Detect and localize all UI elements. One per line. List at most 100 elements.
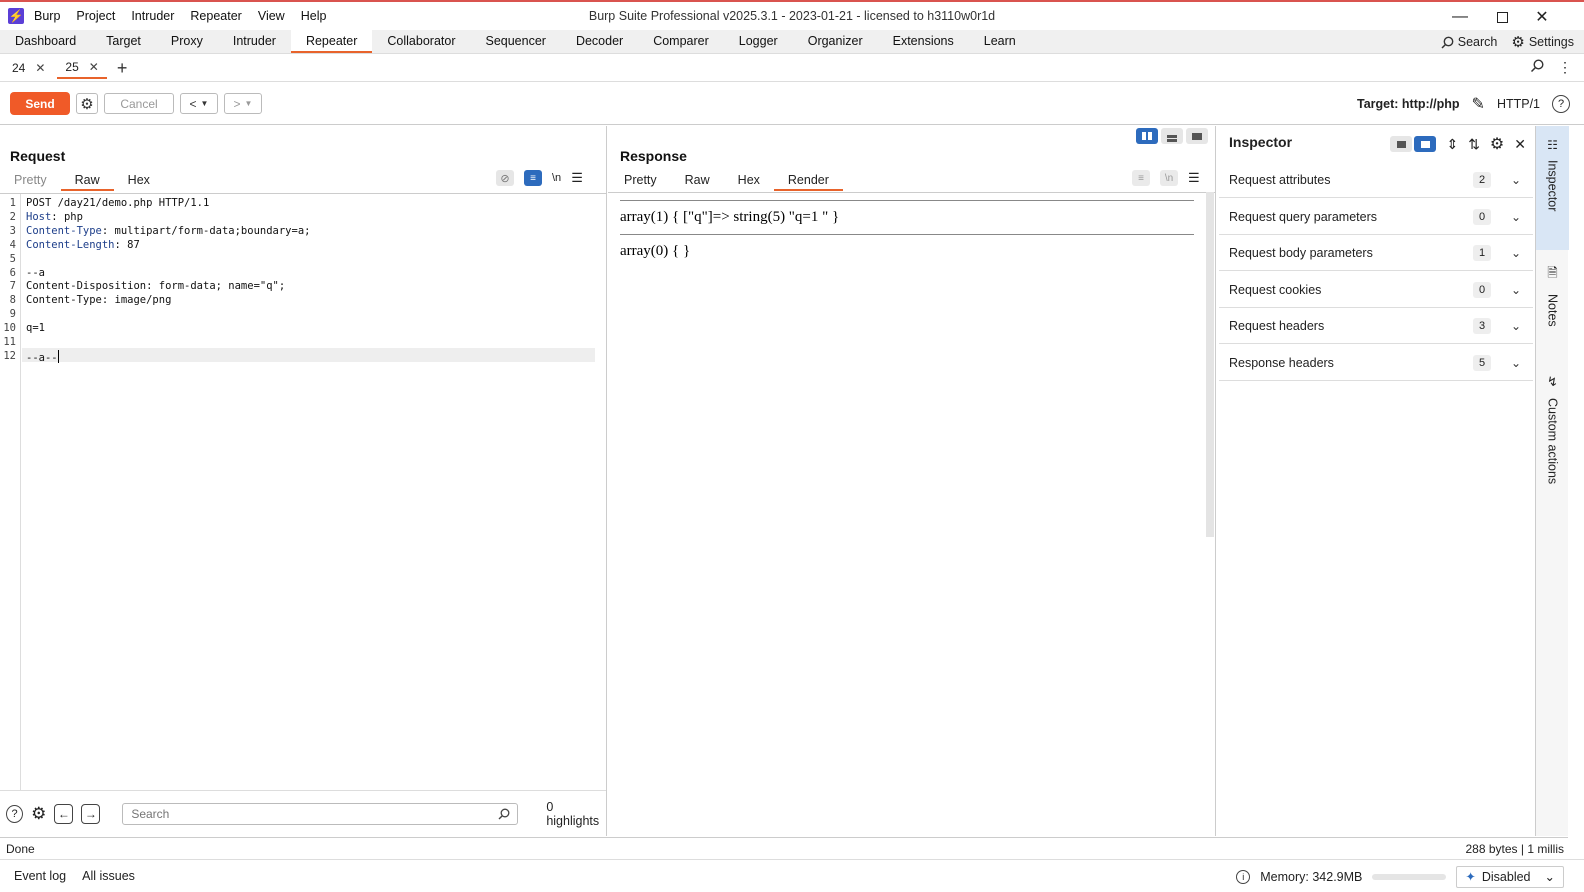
help-icon[interactable]: ? [1552,95,1570,113]
hide-nonprintable-icon[interactable]: ⊘ [496,170,514,186]
inspector-query-parameters[interactable]: Request query parameters 0 ⌄ [1219,199,1533,235]
tab-proxy[interactable]: Proxy [156,30,218,53]
collapse-all-icon[interactable]: ⇅ [1468,136,1480,153]
search-tabs-icon[interactable] [1530,59,1544,73]
tab-sequencer[interactable]: Sequencer [470,30,560,53]
bottom-right: i Memory: 342.9MB ✦ Disabled ⌄ [1236,860,1564,892]
rail-notes[interactable]: 🗎 Notes [1536,264,1569,344]
request-tab-hex[interactable]: Hex [114,171,164,191]
response-view-tabs: Pretty Raw Hex Render [610,171,843,191]
tab-intruder[interactable]: Intruder [218,30,291,53]
close-window-icon[interactable]: ✕ [1522,4,1562,30]
editor-menu-icon[interactable]: ☰ [1188,170,1200,186]
history-back-button[interactable]: < ▼ [180,93,218,114]
tab-organizer[interactable]: Organizer [793,30,878,53]
settings-button[interactable]: ⚙ Settings [1511,33,1574,51]
menu-repeater[interactable]: Repeater [190,9,241,23]
response-scrollbar[interactable] [1206,192,1214,537]
dropdown-arrow-icon: ▼ [200,99,209,108]
event-log-link[interactable]: Event log [14,869,66,883]
tab-target[interactable]: Target [91,30,156,53]
layout-stacked-icon[interactable] [1161,128,1183,144]
next-match-arrow-icon[interactable]: → [81,803,101,824]
chevron-down-icon[interactable]: ⌄ [1511,210,1521,224]
menu-help[interactable]: Help [301,9,327,23]
line-number: 6 [9,266,16,279]
editor-menu-icon[interactable]: ☰ [571,170,583,186]
global-search-button[interactable]: Search [1441,35,1498,49]
expand-all-icon[interactable]: ⇕ [1446,136,1458,153]
repeater-tab-24[interactable]: 24 ✕ [4,57,53,79]
tab-collaborator[interactable]: Collaborator [372,30,470,53]
ai-status-button[interactable]: ✦ Disabled ⌄ [1456,865,1564,888]
inspector-layout-left-icon[interactable] [1390,136,1413,152]
tab-learn[interactable]: Learn [969,30,1031,53]
inspector-request-headers[interactable]: Request headers 3 ⌄ [1219,308,1533,344]
help-icon[interactable]: ? [6,804,24,823]
menu-burp[interactable]: Burp [34,9,60,23]
word-wrap-icon[interactable]: ≡ [524,170,542,186]
cancel-button[interactable]: Cancel [104,93,174,114]
show-newlines-icon[interactable]: \n [552,172,561,184]
menu-intruder[interactable]: Intruder [131,9,174,23]
request-tab-pretty[interactable]: Pretty [0,171,61,191]
chevron-down-icon[interactable]: ⌄ [1511,246,1521,260]
history-forward-button[interactable]: > ▼ [224,93,262,114]
search-settings-gear-icon[interactable]: ⚙ [31,804,46,824]
request-settings-gear-icon[interactable]: ⚙ [76,93,98,114]
request-search-input[interactable] [122,802,519,825]
chevron-down-icon[interactable]: ⌄ [1511,173,1521,187]
http-version-label[interactable]: HTTP/1 [1497,97,1540,111]
maximize-icon[interactable] [1482,4,1522,30]
repeater-tab-25[interactable]: 25 ✕ [57,57,107,79]
request-tab-raw[interactable]: Raw [60,171,114,191]
response-tab-raw[interactable]: Raw [671,171,724,191]
inspector-request-cookies[interactable]: Request cookies 0 ⌄ [1219,272,1533,308]
inspector-response-headers[interactable]: Response headers 5 ⌄ [1219,345,1533,381]
response-tab-hex[interactable]: Hex [724,171,774,191]
more-options-icon[interactable]: ⋮ [1558,59,1572,76]
inspector-request-attributes[interactable]: Request attributes 2 ⌄ [1219,162,1533,198]
rail-custom-actions[interactable]: ↯ Custom actions [1536,374,1569,504]
send-button[interactable]: Send [10,92,70,115]
inspector-body-parameters[interactable]: Request body parameters 1 ⌄ [1219,235,1533,271]
tab-logger[interactable]: Logger [724,30,793,53]
add-tab-icon[interactable]: + [117,58,128,79]
request-view-tabs: Pretty Raw Hex [0,171,164,191]
header-name: Content-Length [26,238,115,251]
tab-dashboard[interactable]: Dashboard [0,30,91,53]
word-wrap-icon[interactable]: ≡ [1132,170,1150,186]
menu-view[interactable]: View [258,9,285,23]
request-editor[interactable]: 1 2 3 4 5 6 7 8 9 10 11 12 POST /day21/demo.php HTT… [0,193,606,790]
show-newlines-icon[interactable]: \n [1160,170,1178,186]
inspector-layout-right-icon[interactable] [1414,136,1437,152]
inspector-section-label: Request body parameters [1229,245,1373,260]
inspector-panel: Inspector ⇕ ⇅ ⚙ ✕ Request attributes 2 ⌄… [1217,126,1534,836]
close-inspector-icon[interactable]: ✕ [1514,136,1526,153]
response-tab-render[interactable]: Render [773,171,843,191]
code-text: : 87 [114,238,140,251]
rail-inspector[interactable]: ☷ Inspector [1536,126,1569,250]
menu-project[interactable]: Project [76,9,115,23]
close-tab-icon[interactable]: ✕ [89,60,99,74]
chevron-down-icon[interactable]: ⌄ [1511,319,1521,333]
global-search-label: Search [1457,35,1498,49]
previous-match-arrow-icon[interactable]: ← [54,803,74,824]
repeater-tab-bar: 24 ✕ 25 ✕ + ⋮ [0,55,1584,82]
tab-extensions[interactable]: Extensions [878,30,969,53]
tab-repeater[interactable]: Repeater [290,30,373,53]
inspector-gear-icon[interactable]: ⚙ [1490,134,1504,154]
tab-comparer[interactable]: Comparer [638,30,724,53]
chevron-down-icon[interactable]: ⌄ [1511,356,1521,370]
notes-icon: 🗎 [1547,265,1558,280]
layout-tabs-icon[interactable] [1186,128,1208,144]
all-issues-link[interactable]: All issues [82,869,135,883]
layout-side-by-side-icon[interactable] [1136,128,1158,144]
chevron-down-icon[interactable]: ⌄ [1511,283,1521,297]
close-tab-icon[interactable]: ✕ [35,61,45,75]
minimize-icon[interactable]: — [1440,4,1480,30]
response-tab-pretty[interactable]: Pretty [610,171,671,191]
tab-decoder[interactable]: Decoder [561,30,638,53]
line-number: 1 [9,197,16,209]
edit-target-pencil-icon[interactable]: ✎ [1472,94,1485,114]
